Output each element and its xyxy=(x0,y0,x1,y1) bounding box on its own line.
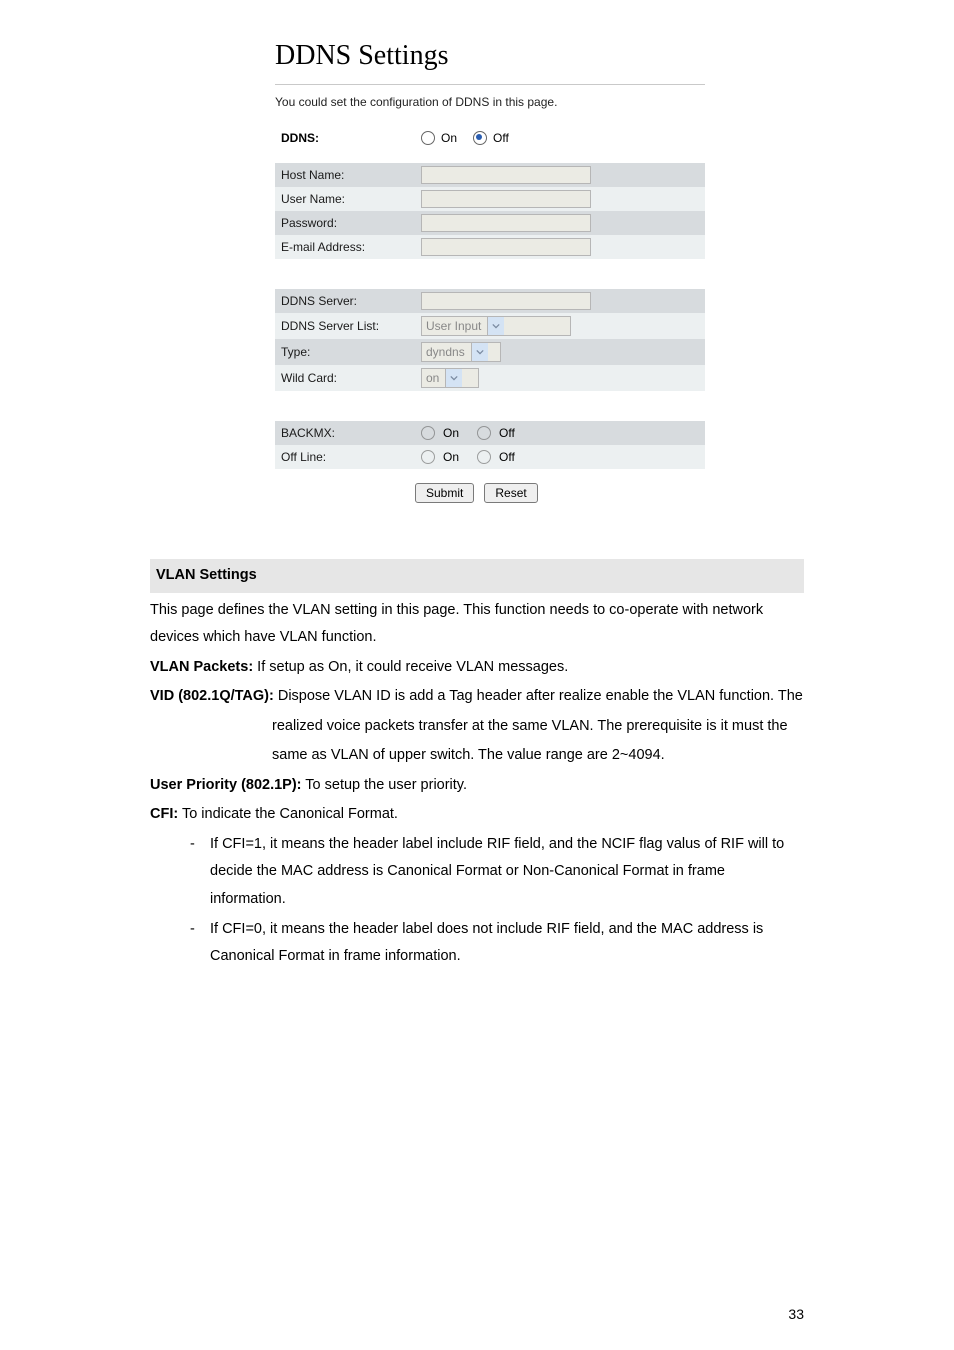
host-name-input[interactable] xyxy=(421,166,591,184)
label-vid: VID (802.1Q/TAG): xyxy=(150,688,274,704)
offline-on-label: On xyxy=(443,450,459,464)
panel-title: DDNS Settings xyxy=(275,40,705,72)
user-name-input[interactable] xyxy=(421,190,591,208)
type-value: dyndns xyxy=(426,345,465,359)
ddns-off-radio[interactable] xyxy=(473,131,487,145)
offline-off-radio[interactable] xyxy=(477,450,491,464)
type-label: Type: xyxy=(275,339,417,365)
offline-on-radio[interactable] xyxy=(421,450,435,464)
text: To indicate the Canonical Format. xyxy=(178,806,398,822)
type-select[interactable]: dyndns xyxy=(421,342,501,362)
paragraph-cfi: CFI: To indicate the Canonical Format. xyxy=(150,801,804,829)
paragraph-vlan-packets: VLAN Packets: If setup as On, it could r… xyxy=(150,654,804,682)
wild-card-label: Wild Card: xyxy=(275,365,417,391)
ddns-server-list-label: DDNS Server List: xyxy=(275,313,417,339)
reset-button[interactable]: Reset xyxy=(484,483,537,503)
backmx-on-label: On xyxy=(443,426,459,440)
divider xyxy=(275,84,705,85)
label-vlan-packets: VLAN Packets: xyxy=(150,659,253,675)
backmx-label: BACKMX: xyxy=(275,421,417,445)
ddns-settings-panel: DDNS Settings You could set the configur… xyxy=(275,40,705,503)
paragraph-user-priority: User Priority (802.1P): To setup the use… xyxy=(150,772,804,800)
paragraph-vid-line3: same as VLAN of upper switch. The value … xyxy=(272,742,804,770)
paragraph-vid-line1: VID (802.1Q/TAG): Dispose VLAN ID is add… xyxy=(150,683,804,711)
chevron-down-icon xyxy=(445,369,462,387)
ddns-server-list-select[interactable]: User Input xyxy=(421,316,571,336)
host-name-label: Host Name: xyxy=(275,163,417,187)
email-input[interactable] xyxy=(421,238,591,256)
document-body: VLAN Settings This page defines the VLAN… xyxy=(150,559,804,971)
wild-card-value: on xyxy=(426,371,439,385)
password-input[interactable] xyxy=(421,214,591,232)
ddns-on-radio[interactable] xyxy=(421,131,435,145)
ddns-off-radio-label: Off xyxy=(493,131,509,145)
ddns-server-list-value: User Input xyxy=(426,319,481,333)
offline-label: Off Line: xyxy=(275,445,417,469)
panel-caption: You could set the configuration of DDNS … xyxy=(275,95,705,109)
password-label: Password: xyxy=(275,211,417,235)
paragraph-vid-line2: realized voice packets transfer at the s… xyxy=(272,713,804,741)
page-number: 33 xyxy=(788,1306,804,1322)
ddns-on-radio-label: On xyxy=(441,131,457,145)
ddns-server-input[interactable] xyxy=(421,292,591,310)
backmx-off-label: Off xyxy=(499,426,515,440)
backmx-on-radio[interactable] xyxy=(421,426,435,440)
text: If setup as On, it could receive VLAN me… xyxy=(253,659,568,675)
list-item: If CFI=1, it means the header label incl… xyxy=(150,831,804,914)
backmx-off-radio[interactable] xyxy=(477,426,491,440)
label-user-priority: User Priority (802.1P): xyxy=(150,777,302,793)
chevron-down-icon xyxy=(471,343,488,361)
submit-button[interactable]: Submit xyxy=(415,483,474,503)
section-heading-vlan: VLAN Settings xyxy=(150,559,804,593)
chevron-down-icon xyxy=(487,317,504,335)
email-label: E-mail Address: xyxy=(275,235,417,259)
ddns-server-label: DDNS Server: xyxy=(275,289,417,313)
offline-off-label: Off xyxy=(499,450,515,464)
paragraph: This page defines the VLAN setting in th… xyxy=(150,597,804,652)
label-cfi: CFI: xyxy=(150,806,178,822)
text: Dispose VLAN ID is add a Tag header afte… xyxy=(274,688,803,704)
ddns-label: DDNS: xyxy=(275,127,417,149)
list-item: If CFI=0, it means the header label does… xyxy=(150,916,804,971)
wild-card-select[interactable]: on xyxy=(421,368,479,388)
text: To setup the user priority. xyxy=(302,777,468,793)
user-name-label: User Name: xyxy=(275,187,417,211)
